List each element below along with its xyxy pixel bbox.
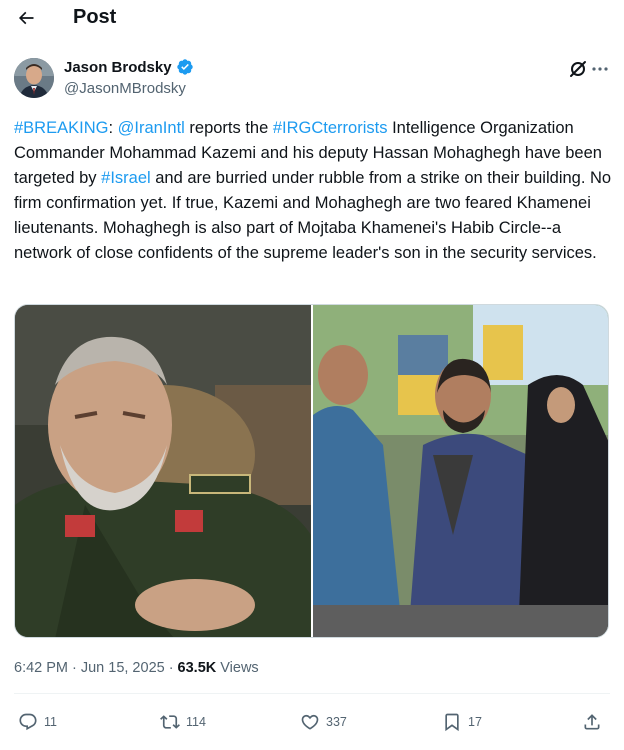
reply-icon — [19, 713, 37, 731]
like-count: 337 — [326, 715, 347, 729]
divider — [14, 693, 610, 694]
meta-separator: · — [168, 660, 174, 676]
bookmark-count: 17 — [468, 715, 482, 729]
bookmark-icon — [445, 713, 459, 732]
mention-iranintl[interactable]: @IranIntl — [118, 119, 185, 137]
repost-count: 114 — [186, 715, 206, 729]
grok-icon — [570, 61, 586, 77]
bookmark-button[interactable]: 17 — [442, 708, 482, 736]
tweet-meta: 6:42 PM · Jun 15, 2025 · 63.5K Views — [14, 660, 259, 676]
post-time[interactable]: 6:42 PM — [14, 660, 68, 676]
photo-right[interactable] — [312, 305, 608, 637]
media-gallery — [14, 304, 609, 638]
page-title: Post — [73, 6, 117, 28]
avatar[interactable] — [14, 58, 54, 98]
hashtag-israel[interactable]: #Israel — [101, 169, 151, 187]
meta-separator: · — [72, 660, 77, 676]
views-label: Views — [220, 660, 259, 676]
back-button[interactable] — [14, 6, 38, 30]
post-date[interactable]: Jun 15, 2025 — [81, 660, 165, 676]
post-header: Post — [0, 0, 624, 36]
hashtag-irgcterrorists[interactable]: #IRGCterrorists — [273, 119, 388, 137]
more-icon — [592, 67, 608, 71]
tweet-text-fragment: reports the — [184, 119, 273, 137]
like-icon — [301, 714, 319, 730]
photo-left[interactable] — [15, 305, 311, 637]
display-name[interactable]: Jason Brodsky — [64, 59, 172, 76]
hashtag-breaking[interactable]: #BREAKING — [14, 119, 108, 137]
action-bar: 11 114 337 17 — [14, 708, 610, 736]
repost-button[interactable]: 114 — [160, 708, 206, 736]
author-block: Jason Brodsky @JasonMBrodsky — [14, 56, 610, 100]
share-icon — [584, 714, 600, 730]
author-handle[interactable]: @JasonMBrodsky — [64, 80, 186, 97]
share-button[interactable] — [582, 708, 602, 736]
grok-button[interactable] — [568, 59, 588, 79]
like-button[interactable]: 337 — [300, 708, 347, 736]
more-button[interactable] — [590, 59, 610, 79]
tweet-text-fragment: : — [108, 119, 118, 137]
back-arrow-icon — [18, 11, 34, 25]
repost-icon — [160, 715, 180, 729]
reply-count: 11 — [44, 715, 57, 729]
views-count: 63.5K — [177, 660, 217, 676]
tweet-text: #BREAKING: @IranIntl reports the #IRGCte… — [14, 116, 614, 266]
verified-badge-icon — [176, 59, 193, 75]
reply-button[interactable]: 11 — [18, 708, 57, 736]
